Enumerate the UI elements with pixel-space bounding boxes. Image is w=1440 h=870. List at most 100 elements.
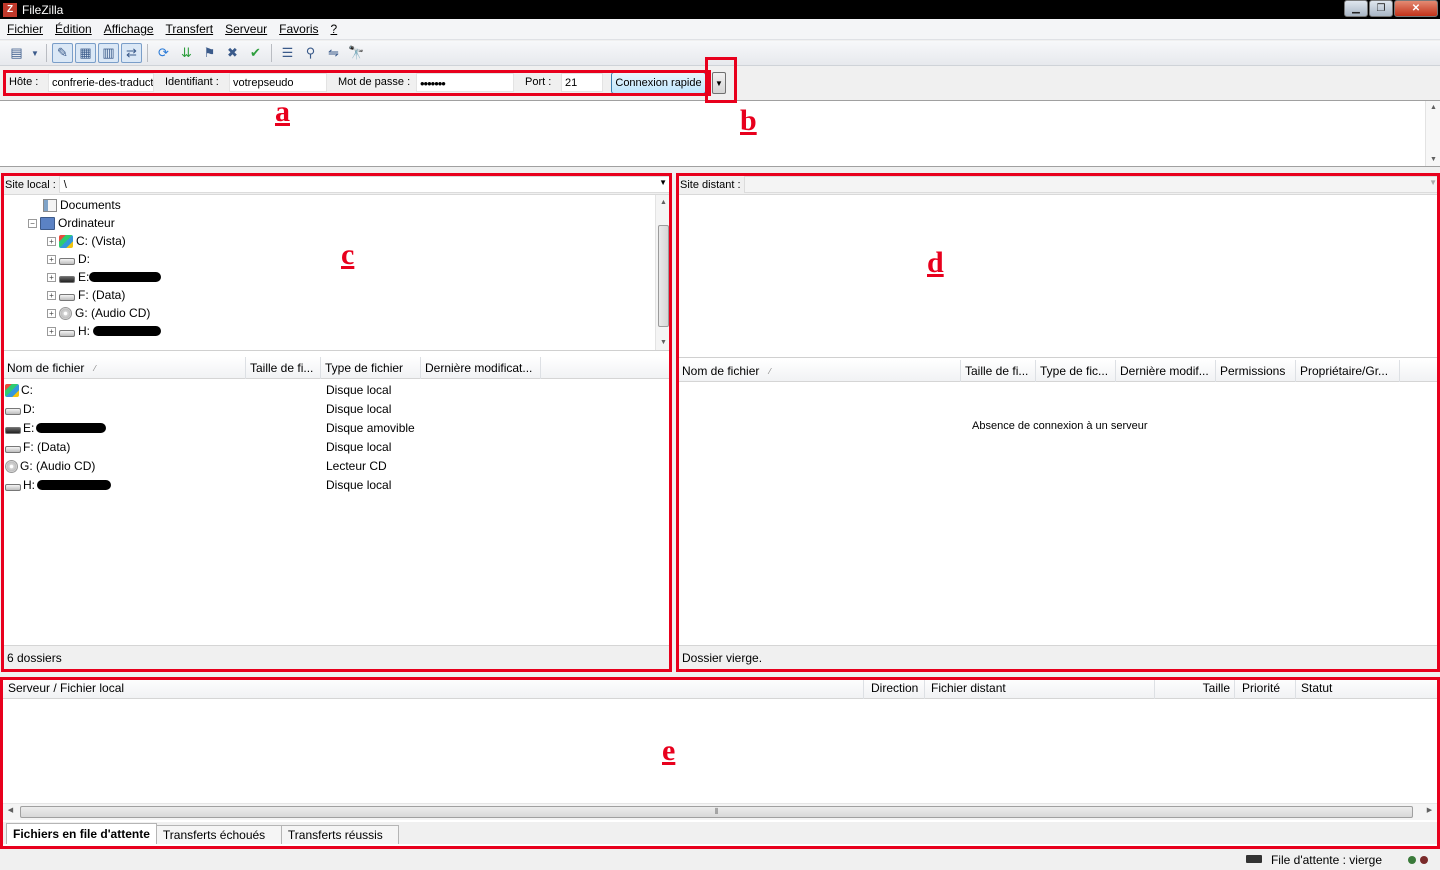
expand-icon[interactable]: + — [47, 326, 56, 336]
quickconnect-button[interactable]: Connexion rapide — [611, 72, 706, 94]
scroll-down-icon[interactable]: ▼ — [656, 339, 671, 346]
column-header-modified[interactable]: Dernière modificat... — [421, 357, 541, 379]
collapse-icon[interactable]: − — [28, 218, 37, 228]
user-label: Identifiant : — [165, 76, 219, 88]
column-header-filename[interactable]: Nom de fichier ⁄ — [678, 360, 961, 382]
menu-serveur[interactable]: Serveur — [219, 22, 273, 36]
tree-item-drive-c[interactable]: + C: (Vista) — [47, 232, 126, 250]
remote-path-label: Site distant : — [680, 178, 741, 191]
dropdown-icon[interactable]: ▼ — [29, 43, 41, 63]
expand-icon[interactable]: + — [47, 290, 56, 300]
message-log[interactable]: ▲ ▼ — [0, 100, 1440, 167]
tab-successful-transfers[interactable]: Transferts réussis — [280, 825, 399, 844]
menu-help[interactable]: ? — [325, 22, 344, 36]
sort-ascending-icon: ⁄ — [94, 363, 96, 373]
local-path-input[interactable]: \ ▼ — [58, 176, 670, 193]
password-input[interactable]: ••••••• — [416, 73, 514, 92]
scroll-right-icon[interactable]: ▶ — [1422, 806, 1437, 814]
directory-listing-filter-icon[interactable]: ☰ — [277, 43, 298, 63]
message-log-scrollbar[interactable]: ▲ ▼ — [1425, 101, 1440, 166]
scroll-thumb[interactable] — [658, 225, 669, 327]
local-status: 6 dossiers — [3, 645, 670, 669]
column-header-direction[interactable]: Direction — [867, 677, 925, 699]
site-manager-icon[interactable]: ▤ — [6, 43, 27, 63]
list-item[interactable]: E: Disque amovible — [3, 419, 670, 438]
menu-transfert[interactable]: Transfert — [160, 22, 220, 36]
column-header-priority[interactable]: Priorité — [1238, 677, 1296, 699]
refresh-icon[interactable]: ⟳ — [153, 43, 174, 63]
tree-item-drive-h[interactable]: + H: — [47, 322, 161, 340]
tree-item-drive-g[interactable]: + G: (Audio CD) — [47, 304, 150, 322]
list-item[interactable]: F: (Data) Disque local — [3, 438, 670, 457]
scroll-down-icon[interactable]: ▼ — [1426, 156, 1440, 163]
list-item[interactable]: G: (Audio CD) Lecteur CD — [3, 457, 670, 476]
queue-horizontal-scrollbar[interactable]: ◀ ⦀ ▶ — [3, 803, 1437, 820]
menu-edition[interactable]: Édition — [49, 22, 98, 36]
column-header-size[interactable]: Taille de fi... — [246, 357, 321, 379]
user-input[interactable]: votrepseudo — [229, 73, 327, 92]
toggle-local-tree-icon[interactable]: ▦ — [75, 43, 96, 63]
menu-favoris[interactable]: Favoris — [273, 22, 324, 36]
column-header-size[interactable]: Taille — [1155, 677, 1235, 699]
local-directory-tree[interactable]: Documents − Ordinateur + C: (Vista) + D:… — [3, 195, 670, 351]
column-header-remote-file[interactable]: Fichier distant — [927, 677, 1155, 699]
expand-icon[interactable]: + — [47, 272, 56, 282]
transfer-queue[interactable]: Serveur / Fichier local Direction Fichie… — [0, 677, 1440, 847]
compare-icon[interactable]: ⚲ — [300, 43, 321, 63]
expand-icon[interactable]: + — [47, 236, 56, 246]
file-type: Disque local — [326, 402, 392, 416]
column-header-filename[interactable]: Nom de fichier ⁄ — [3, 357, 246, 379]
toggle-queue-icon[interactable]: ⇄ — [121, 43, 142, 63]
remote-path-input[interactable]: ▼ — [743, 176, 1440, 193]
quickconnect-history-dropdown-icon[interactable]: ▼ — [712, 72, 726, 94]
scroll-up-icon[interactable]: ▲ — [1426, 104, 1440, 111]
scroll-up-icon[interactable]: ▲ — [656, 199, 671, 206]
documents-icon — [43, 198, 57, 212]
windows-drive-icon — [59, 234, 73, 248]
remote-directory-tree[interactable] — [678, 195, 1440, 358]
scroll-thumb[interactable]: ⦀ — [20, 806, 1413, 818]
toggle-remote-tree-icon[interactable]: ▥ — [98, 43, 119, 63]
disconnect-icon[interactable]: ✖ — [222, 43, 243, 63]
close-icon[interactable]: ✕ — [1394, 0, 1438, 17]
search-icon[interactable]: 🔭 — [346, 43, 367, 63]
menu-fichier[interactable]: Fichier — [1, 22, 49, 36]
scroll-left-icon[interactable]: ◀ — [3, 806, 18, 814]
list-item[interactable]: H: Disque local — [3, 476, 670, 495]
local-tree-scrollbar[interactable]: ▲ ▼ — [655, 195, 670, 350]
maximize-icon[interactable]: ❐ — [1369, 0, 1393, 17]
list-item[interactable]: D: Disque local — [3, 400, 670, 419]
tree-item-label: F: (Data) — [78, 288, 126, 302]
column-header-server-local-file[interactable]: Serveur / Fichier local — [4, 677, 864, 699]
tree-item-label: Documents — [60, 198, 121, 212]
sync-browse-icon[interactable]: ⇋ — [323, 43, 344, 63]
column-header-owner[interactable]: Propriétaire/Gr... — [1296, 360, 1400, 382]
tree-item-drive-e[interactable]: + E: — [47, 268, 162, 286]
cancel-icon[interactable]: ⚑ — [199, 43, 220, 63]
expand-icon[interactable]: + — [47, 308, 56, 318]
host-input[interactable]: confrerie-des-traducteurs — [48, 73, 154, 92]
tab-failed-transfers[interactable]: Transferts échoués — [155, 825, 282, 844]
reconnect-icon[interactable]: ✔ — [245, 43, 266, 63]
port-input[interactable]: 21 — [561, 73, 603, 92]
column-header-type[interactable]: Type de fichier — [321, 357, 421, 379]
process-queue-icon[interactable]: ⇊ — [176, 43, 197, 63]
chevron-down-icon[interactable]: ▼ — [1429, 178, 1437, 187]
column-header-permissions[interactable]: Permissions — [1216, 360, 1296, 382]
expand-icon[interactable]: + — [47, 254, 56, 264]
speed-limit-icon[interactable] — [1246, 855, 1262, 863]
tree-item-drive-d[interactable]: + D: — [47, 250, 90, 268]
column-header-status[interactable]: Statut — [1297, 677, 1437, 699]
chevron-down-icon[interactable]: ▼ — [659, 178, 667, 187]
column-header-modified[interactable]: Dernière modif... — [1116, 360, 1216, 382]
column-header-size[interactable]: Taille de fi... — [961, 360, 1036, 382]
list-item[interactable]: C: Disque local — [3, 381, 670, 400]
tab-queued-files[interactable]: Fichiers en file d'attente — [6, 823, 157, 844]
tree-item-ordinateur[interactable]: − Ordinateur — [28, 214, 115, 232]
toggle-message-log-icon[interactable]: ✎ — [52, 43, 73, 63]
tree-item-drive-f[interactable]: + F: (Data) — [47, 286, 125, 304]
tree-item-documents[interactable]: Documents — [43, 196, 121, 214]
column-header-type[interactable]: Type de fic... — [1036, 360, 1116, 382]
minimize-icon[interactable]: ▁ — [1344, 0, 1368, 17]
menu-affichage[interactable]: Affichage — [98, 22, 160, 36]
